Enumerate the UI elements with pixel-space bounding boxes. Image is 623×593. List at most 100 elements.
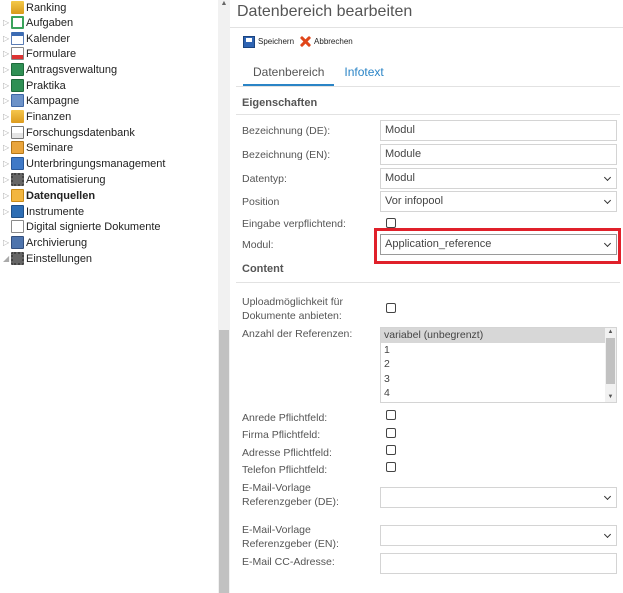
tree-item-label: Antragsverwaltung (26, 63, 118, 76)
email-cc-input[interactable] (380, 553, 617, 574)
tree-item-kalender[interactable]: ▷ Kalender (0, 31, 218, 46)
listbox-scroll-down-icon[interactable]: ▼ (607, 394, 614, 401)
tree-item-unterbringungsmanagement[interactable]: ▷ Unterbringungsmanagement (0, 156, 218, 171)
ref-count-option[interactable]: variabel (unbegrenzt) (381, 328, 616, 343)
email-template-de-label: E-Mail-Vorlage Referenzgeber (DE): (242, 482, 339, 508)
archive-icon (11, 236, 24, 249)
tree-expander[interactable]: ▷ (3, 78, 11, 93)
ref-count-listbox[interactable]: variabel (unbegrenzt) 1 2 3 4 ▲ ▼ (380, 327, 617, 403)
name-en-label: Bezeichnung (EN): (242, 149, 331, 161)
tree-item-label: Finanzen (26, 110, 72, 123)
seminar-icon (11, 141, 24, 154)
phone-label: Telefon Pflichtfeld: (242, 464, 328, 476)
tabs-divider (236, 86, 620, 87)
email-template-de-select[interactable] (380, 487, 617, 508)
highlight-annotation (374, 228, 621, 264)
tree-expander[interactable]: ▷ (3, 31, 11, 46)
tree-item-automatisierung[interactable]: ▷ Automatisierung (0, 172, 218, 187)
sidebar-scrollbar[interactable]: ▲ (218, 0, 230, 593)
form-icon (11, 47, 24, 60)
tree-item-label: Kalender (26, 32, 71, 45)
tree-item-label: Einstellungen (26, 252, 93, 265)
tree-expander[interactable]: ▷ (3, 93, 11, 108)
upload-label: Uploadmöglichkeit für Dokumente anbieten… (242, 296, 343, 322)
tab-datenbereich[interactable]: Datenbereich (243, 63, 335, 86)
campaign-icon (11, 94, 24, 107)
listbox-scroll-up-icon[interactable]: ▲ (607, 329, 614, 336)
properties-heading: Eigenschaften (242, 97, 318, 109)
tree-expander[interactable]: ▷ (3, 204, 11, 219)
tree-item-antragsverwaltung[interactable]: ▷ Antragsverwaltung (0, 62, 218, 77)
save-icon (243, 35, 255, 48)
datatype-select[interactable]: Modul (380, 168, 617, 189)
name-en-input[interactable]: Module (380, 144, 617, 165)
tree-item-label: Kampagne (26, 94, 80, 107)
internship-icon (11, 79, 24, 92)
position-select[interactable]: Vor infopool (380, 191, 617, 212)
address-checkbox[interactable] (386, 445, 396, 455)
tree-expander[interactable]: ▷ (3, 46, 11, 61)
name-de-label: Bezeichnung (DE): (242, 125, 331, 137)
required-checkbox[interactable] (386, 218, 396, 228)
tree-expander[interactable]: ▷ (3, 172, 11, 187)
save-button[interactable]: Speichern (243, 35, 294, 48)
phone-checkbox[interactable] (386, 462, 396, 472)
tree-expander[interactable] (3, 0, 11, 15)
application-icon (11, 63, 24, 76)
section-divider (236, 282, 620, 283)
ref-count-label: Anzahl der Referenzen: (242, 328, 353, 340)
tree-expander[interactable]: ▷ (3, 140, 11, 155)
tree-item-ranking[interactable]: Ranking (0, 0, 218, 15)
tree-item-praktika[interactable]: ▷ Praktika (0, 78, 218, 93)
tree-item-label: Forschungsdatenbank (26, 126, 135, 139)
tree-item-finanzen[interactable]: ▷ Finanzen (0, 109, 218, 124)
email-template-en-select[interactable] (380, 525, 617, 546)
ref-count-option[interactable]: 1 (381, 343, 616, 358)
tree-item-forschungsdatenbank[interactable]: ▷ Forschungsdatenbank (0, 125, 218, 140)
tree-item-formulare[interactable]: ▷ Formulare (0, 46, 218, 61)
required-label: Eingabe verpflichtend: (242, 218, 346, 230)
name-de-input[interactable]: Modul (380, 120, 617, 141)
listbox-scroll-thumb[interactable] (606, 338, 615, 384)
scroll-up-arrow-icon[interactable]: ▲ (220, 0, 228, 8)
upload-checkbox[interactable] (386, 303, 396, 313)
tree-item-label: Datenquellen (26, 189, 96, 202)
cancel-button[interactable]: Abbrechen (299, 35, 353, 48)
tree-item-seminare[interactable]: ▷ Seminare (0, 140, 218, 155)
tree-item-digital-signierte-dokumente[interactable]: Digital signierte Dokumente (0, 219, 218, 234)
toolbar: Speichern Abbrechen (243, 35, 358, 48)
tree-item-instrumente[interactable]: ▷ Instrumente (0, 204, 218, 219)
tree-expander[interactable]: ▷ (3, 188, 11, 203)
tree-expander[interactable]: ▷ (3, 62, 11, 77)
tree-item-aufgaben[interactable]: ▷ Aufgaben (0, 15, 218, 30)
tree-item-einstellungen[interactable]: ◢ Einstellungen (0, 251, 218, 266)
tree-expander (3, 219, 11, 234)
tab-infotext[interactable]: Infotext (334, 63, 393, 86)
tree-item-kampagne[interactable]: ▷ Kampagne (0, 93, 218, 108)
company-checkbox[interactable] (386, 428, 396, 438)
edit-data-area-panel: Datenbereich bearbeiten Speichern Abbrec… (230, 0, 623, 593)
email-cc-label: E-Mail CC-Adresse: (242, 556, 335, 568)
building-icon (11, 157, 24, 170)
salutation-label: Anrede Pflichtfeld: (242, 412, 328, 424)
address-label: Adresse Pflichtfeld: (242, 447, 332, 459)
ref-count-option[interactable]: 2 (381, 357, 616, 372)
tree-item-datenquellen[interactable]: ▷ Datenquellen (0, 188, 218, 203)
salutation-checkbox[interactable] (386, 410, 396, 420)
ref-count-option[interactable]: 3 (381, 372, 616, 387)
sidebar-scroll-thumb[interactable] (219, 330, 229, 593)
tree-expander[interactable]: ▷ (3, 235, 11, 250)
tree-item-label: Archivierung (26, 236, 88, 249)
section-divider (236, 114, 620, 115)
navigation-tree: Ranking ▷ Aufgaben ▷ Kalender ▷ Formular… (0, 0, 218, 593)
tree-expander[interactable]: ◢ (3, 251, 11, 266)
listbox-scrollbar[interactable]: ▲ ▼ (605, 328, 616, 402)
tree-expander[interactable]: ▷ (3, 15, 11, 30)
tree-expander[interactable]: ▷ (3, 125, 11, 140)
tree-expander[interactable]: ▷ (3, 109, 11, 124)
tree-item-archivierung[interactable]: ▷ Archivierung (0, 235, 218, 250)
content-heading: Content (242, 263, 284, 275)
settings-gear-icon (11, 252, 24, 265)
ref-count-option[interactable]: 4 (381, 386, 616, 401)
tree-expander[interactable]: ▷ (3, 156, 11, 171)
